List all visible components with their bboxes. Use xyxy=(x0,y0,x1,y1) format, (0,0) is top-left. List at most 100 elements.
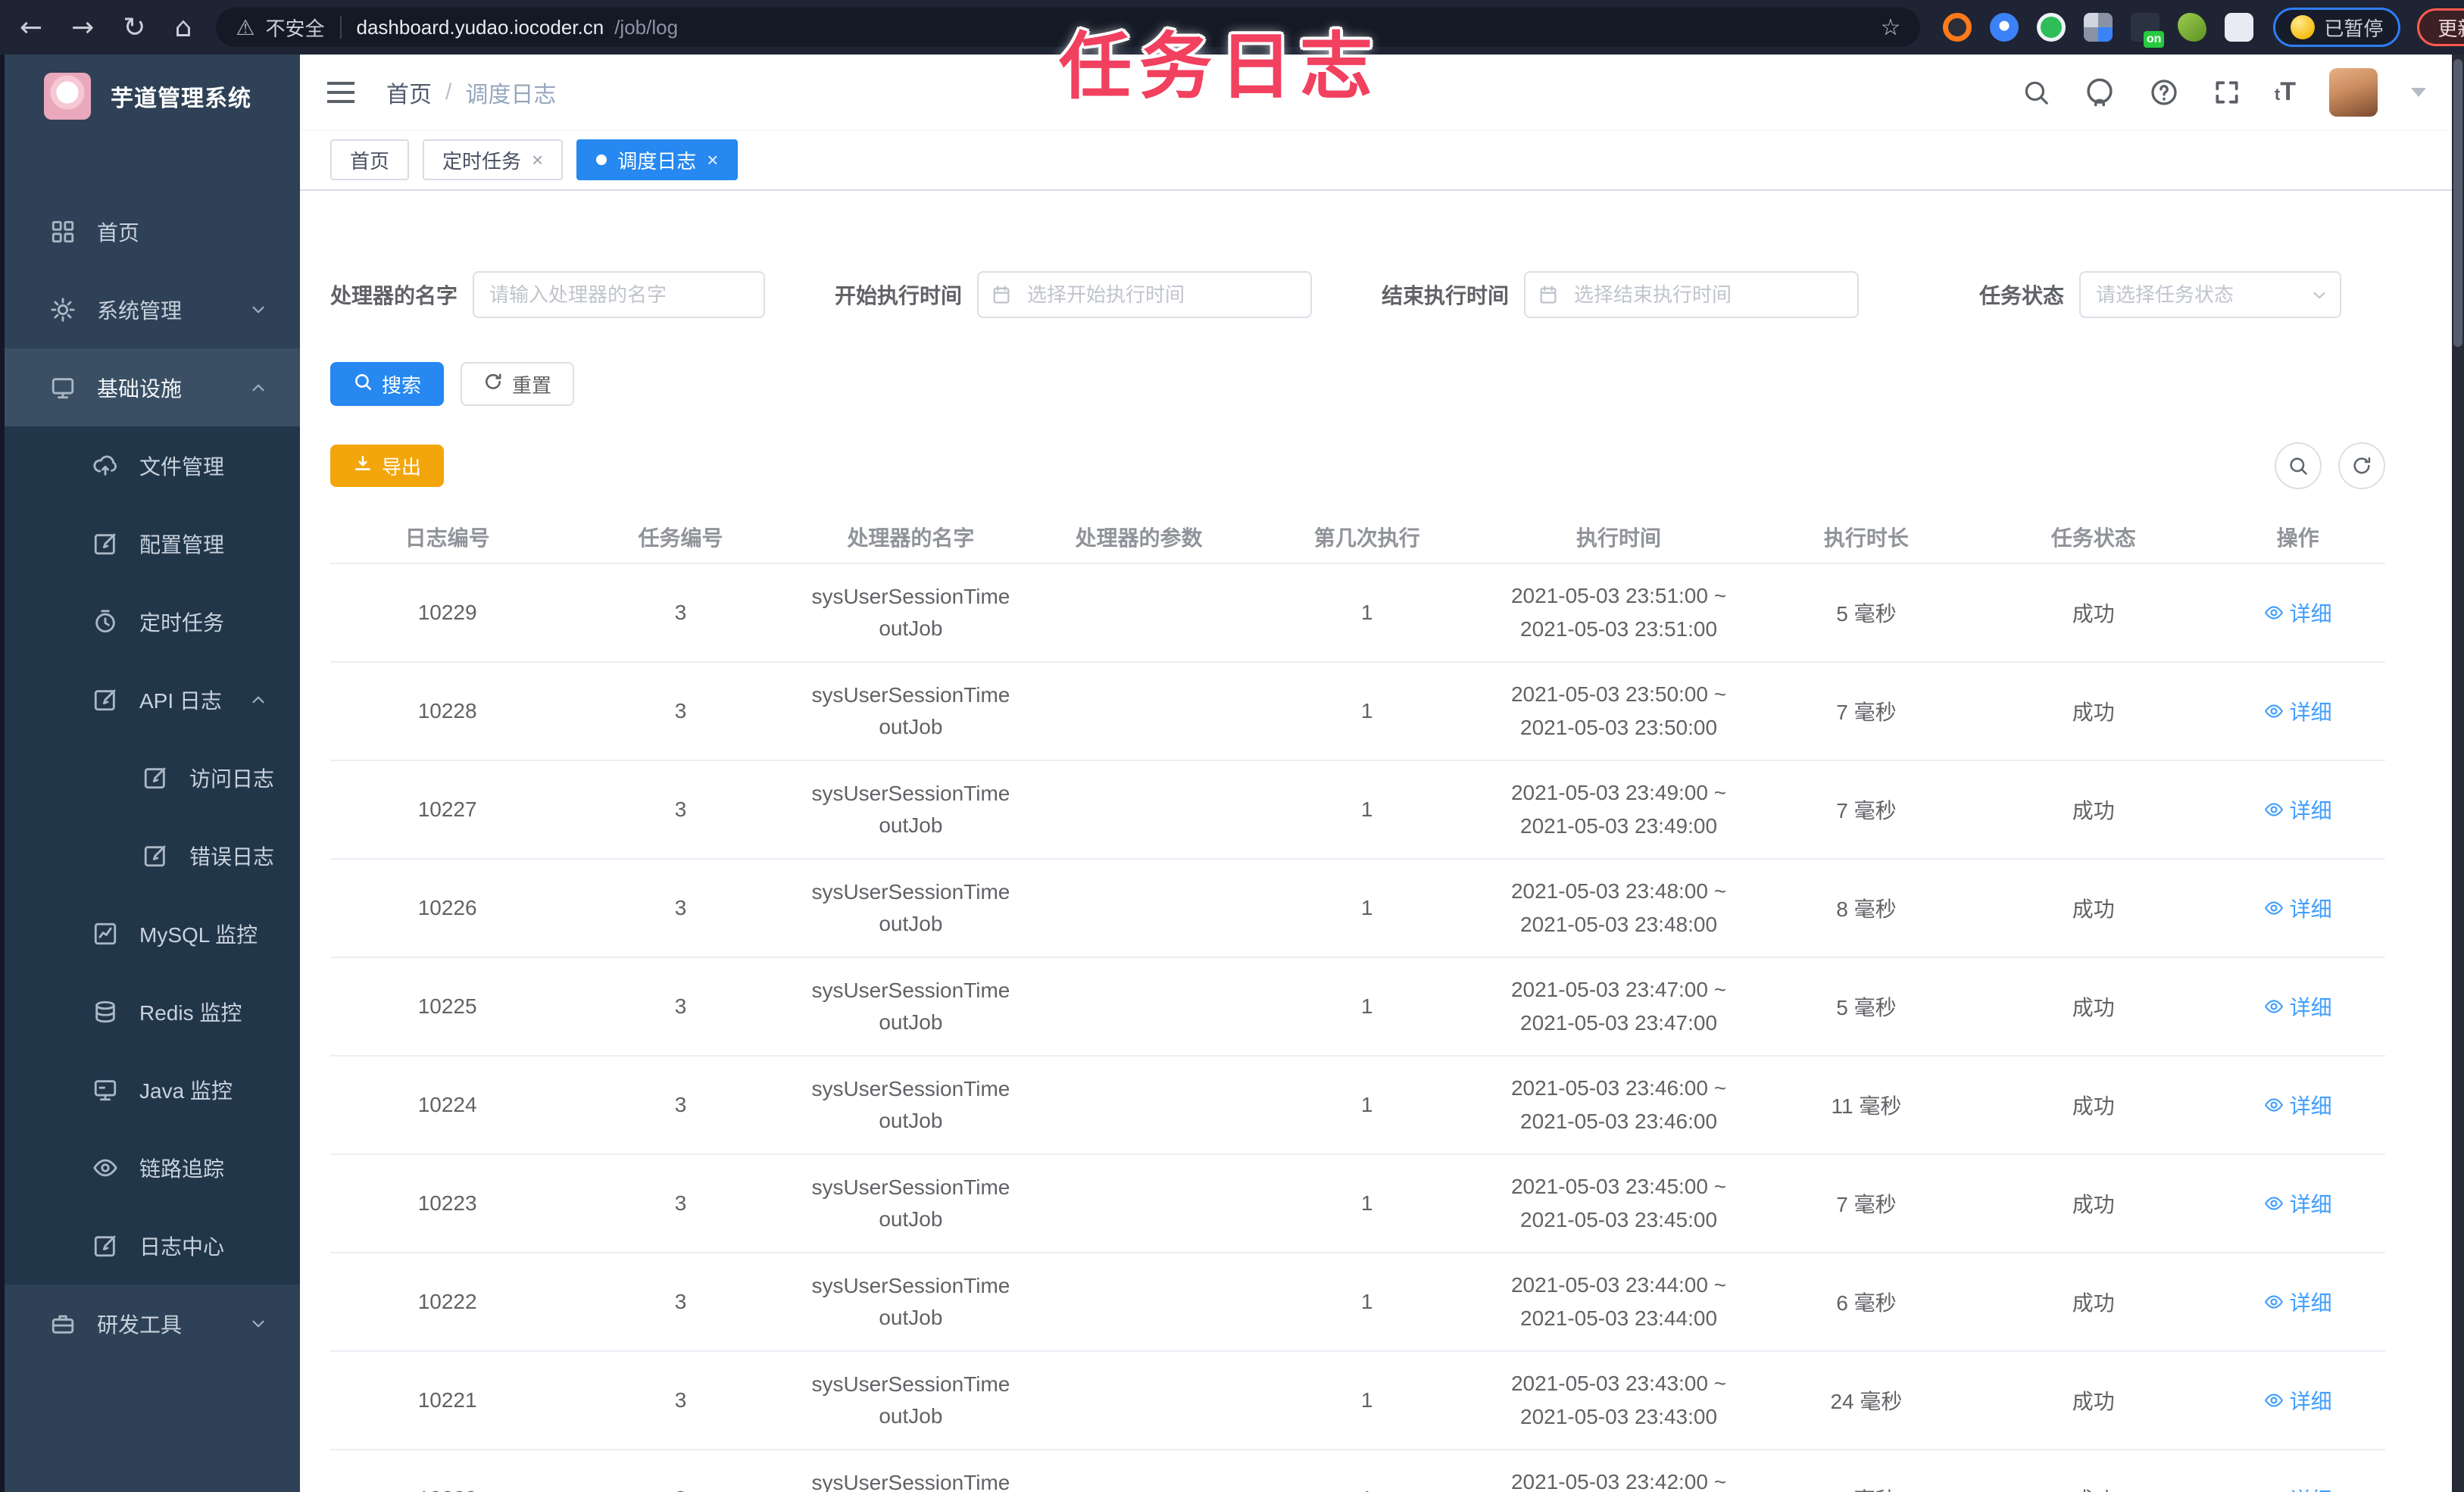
cell-status: 成功 xyxy=(1976,662,2211,761)
sidebar-item[interactable]: 首页 xyxy=(0,192,300,270)
sidebar-item[interactable]: Redis 监控 xyxy=(0,972,300,1050)
sidebar-item[interactable]: 定时任务 xyxy=(0,582,300,660)
sidebar-item[interactable]: 配置管理 xyxy=(0,504,300,582)
detail-link-label: 详细 xyxy=(2289,1390,2332,1413)
detail-link[interactable]: 详细 xyxy=(2264,794,2332,825)
refresh-table-button[interactable] xyxy=(2338,442,2385,489)
sidebar-item[interactable]: 链路追踪 xyxy=(0,1128,300,1206)
avatar[interactable] xyxy=(2329,67,2378,117)
detail-link[interactable]: 详细 xyxy=(2264,696,2332,726)
table-column-header[interactable]: 执行时长 xyxy=(1756,510,1977,564)
sidebar-item[interactable]: 错误日志 xyxy=(0,816,300,894)
reset-button[interactable]: 重置 xyxy=(461,362,575,406)
sidebar-item[interactable]: 访问日志 xyxy=(0,738,300,816)
table-column-header[interactable]: 第几次执行 xyxy=(1253,510,1482,564)
breadcrumb-home[interactable]: 首页 xyxy=(386,76,432,109)
cell-task-id: 3 xyxy=(564,957,797,1057)
sidebar-item[interactable]: 日志中心 xyxy=(0,1206,300,1284)
detail-link[interactable]: 详细 xyxy=(2264,1385,2332,1416)
help-icon[interactable] xyxy=(2149,77,2179,108)
tab-home[interactable]: 首页 xyxy=(330,139,410,180)
table-column-header[interactable]: 任务编号 xyxy=(564,510,797,564)
table-column-header[interactable]: 日志编号 xyxy=(330,510,565,564)
browser-extension-icon[interactable] xyxy=(2225,13,2254,42)
table-column-header[interactable]: 执行时间 xyxy=(1481,510,1757,564)
browser-extension-icon[interactable] xyxy=(2037,13,2066,42)
sidebar-item[interactable]: Java 监控 xyxy=(0,1050,300,1128)
table-row: 102203sysUserSessionTimeoutJob 12021-05-0… xyxy=(330,1450,2385,1492)
chevron-down-icon xyxy=(248,1314,268,1334)
task-status-label: 任务状态 xyxy=(1978,284,2064,307)
handler-name-input[interactable] xyxy=(473,271,766,318)
detail-link[interactable]: 详细 xyxy=(2264,1188,2332,1219)
table-column-header[interactable]: 处理器的参数 xyxy=(1024,510,1254,564)
sidebar-item[interactable]: API 日志 xyxy=(0,660,300,738)
table-row: 10226 3 sysUserSessionTimeoutJob 1 2021-05-0… xyxy=(330,859,2385,958)
table-column-header[interactable]: 处理器的名字 xyxy=(796,510,1025,564)
close-icon[interactable]: × xyxy=(707,148,718,172)
cell-task-id: 3 xyxy=(564,1154,797,1253)
export-button[interactable]: 导出 xyxy=(330,445,445,487)
fullscreen-icon[interactable] xyxy=(2213,78,2241,107)
cell-actions: 详细 xyxy=(2210,662,2385,761)
detail-link[interactable]: 详细 xyxy=(2264,1090,2332,1120)
search-button[interactable]: 搜索 xyxy=(330,362,445,406)
trace-icon xyxy=(92,1155,118,1181)
tab-scheduled-task[interactable]: 定时任务 × xyxy=(423,139,564,180)
table-row: 10228 3 sysUserSessionTimeoutJob 1 2021-05-0… xyxy=(330,662,2385,761)
java-monitor-icon xyxy=(92,1077,118,1103)
task-status-select[interactable] xyxy=(2079,271,2341,318)
update-button[interactable]: 更新 xyxy=(2417,8,2464,46)
search-icon[interactable] xyxy=(2022,78,2050,107)
redis-monitor-icon xyxy=(92,999,118,1025)
scrollbar-thumb[interactable] xyxy=(2453,59,2462,347)
tab-schedule-log[interactable]: 调度日志 × xyxy=(576,139,739,180)
reload-icon[interactable]: ↻ xyxy=(123,12,145,43)
sidebar-item[interactable]: 基础设施 xyxy=(0,348,300,426)
detail-link[interactable]: 详细 xyxy=(2264,1287,2332,1317)
browser-extension-icon[interactable] xyxy=(1990,13,2019,42)
end-time-input[interactable] xyxy=(1524,271,1860,318)
dashboard-icon xyxy=(50,219,76,245)
browser-extension-icon[interactable] xyxy=(2084,13,2113,42)
download-icon xyxy=(353,454,373,479)
cell-handler-param xyxy=(1024,1450,1254,1492)
font-size-icon[interactable]: tT xyxy=(2275,77,2296,107)
app-logo-row[interactable]: 芋道管理系统 xyxy=(0,55,300,138)
warning-icon: ⚠ xyxy=(236,14,255,40)
detail-link[interactable]: 详细 xyxy=(2264,991,2332,1022)
detail-link[interactable]: 详细 xyxy=(2264,893,2332,923)
chevron-down-icon[interactable] xyxy=(2411,87,2426,97)
home-icon[interactable]: ⌂ xyxy=(175,12,192,43)
forward-icon[interactable]: → xyxy=(71,12,94,43)
browser-extension-icon[interactable] xyxy=(2178,13,2207,42)
window-scrollbar[interactable] xyxy=(2452,55,2464,1492)
paused-extension-pill[interactable]: 已暂停 xyxy=(2273,8,2401,47)
detail-link[interactable]: 详细 xyxy=(2264,1484,2332,1492)
cell-log-id: 10228 xyxy=(330,662,565,761)
log-center-icon xyxy=(92,1233,118,1259)
close-icon[interactable]: × xyxy=(532,148,543,172)
toggle-search-button[interactable] xyxy=(2275,442,2322,489)
browser-extension-icon[interactable]: on xyxy=(2131,13,2165,48)
sidebar-item[interactable]: MySQL 监控 xyxy=(0,894,300,972)
sidebar-item-label: MySQL 监控 xyxy=(139,922,258,947)
bookmark-star-icon[interactable]: ☆ xyxy=(1880,14,1900,41)
cell-handler-param xyxy=(1024,1351,1254,1450)
github-icon[interactable] xyxy=(2084,76,2116,108)
table-column-header[interactable]: 操作 xyxy=(2210,510,2385,564)
hamburger-icon[interactable] xyxy=(327,81,354,103)
sidebar-item[interactable]: 系统管理 xyxy=(0,270,300,348)
sidebar-item[interactable]: 研发工具 xyxy=(0,1284,300,1362)
back-icon[interactable]: ← xyxy=(20,12,42,43)
url-host: dashboard.yudao.iocoder.cn xyxy=(356,15,604,39)
sidebar-item-label: 日志中心 xyxy=(139,1234,225,1259)
detail-link[interactable]: 详细 xyxy=(2264,598,2332,628)
browser-extension-icon[interactable] xyxy=(1943,13,1972,42)
cell-status: 成功 xyxy=(1976,1154,2211,1253)
breadcrumb-separator: / xyxy=(445,79,452,105)
start-time-input[interactable] xyxy=(977,271,1313,318)
sidebar-item[interactable]: 文件管理 xyxy=(0,426,300,504)
detail-link-label: 详细 xyxy=(2289,701,2332,724)
table-column-header[interactable]: 任务状态 xyxy=(1976,510,2211,564)
